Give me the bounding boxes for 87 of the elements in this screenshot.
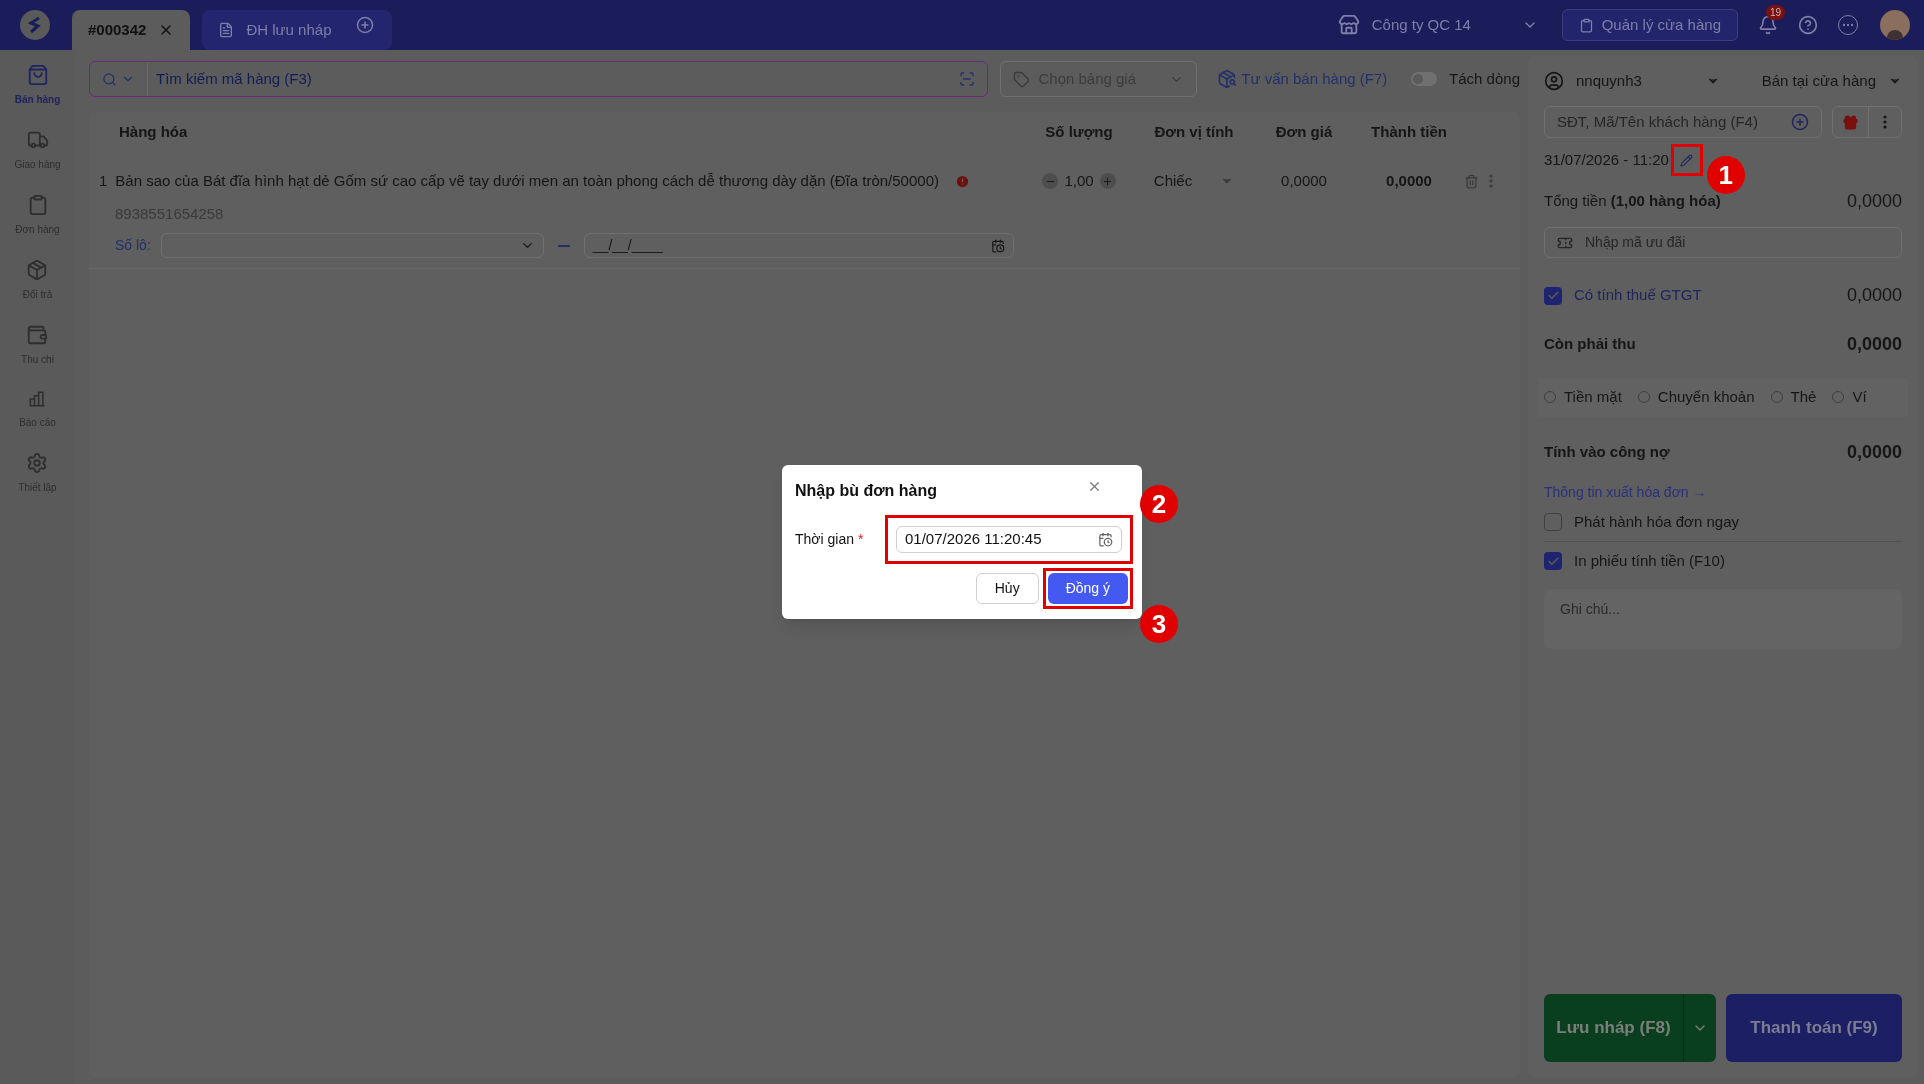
notification-bell-icon[interactable] <box>1758 15 1778 35</box>
unit-select[interactable]: Chiếc <box>1134 170 1254 193</box>
checkbox[interactable] <box>1544 286 1562 305</box>
notification-count: 19 <box>1766 5 1786 20</box>
tag-icon <box>1013 70 1031 88</box>
store-icon <box>1337 14 1360 36</box>
customer-search-field[interactable]: SĐT, Mã/Tên khách hàng (F4) <box>1544 106 1822 138</box>
product-name: Bản sao của Bát đĩa hình hạt dẻ Gốm sứ cao cấp vẽ tay dưới men an toàn phong cách dễ thương dày dặn (Đĩa tròn/50000) <box>115 171 939 191</box>
store-management-button[interactable]: Quản lý cửa hàng <box>1561 9 1738 41</box>
date-time-field[interactable]: 01/07/2026 11:20:45 <box>896 526 1122 553</box>
payment-method-label: Thẻ <box>1790 387 1817 407</box>
checkbox[interactable] <box>1544 552 1562 571</box>
lot-select[interactable] <box>160 233 544 258</box>
close-icon[interactable] <box>1087 479 1102 494</box>
checkbox[interactable] <box>1544 512 1562 531</box>
column-header: Đơn vị tính <box>1153 121 1235 142</box>
column-header: Số lượng <box>1044 121 1114 142</box>
search-field[interactable]: Tìm kiếm mã hàng (F3) <box>89 61 989 97</box>
checkbox-label: Phát hành hóa đơn ngay <box>1574 511 1739 532</box>
vat-value: 0,0000 <box>1846 284 1902 307</box>
column-header: Đơn giá <box>1274 121 1334 142</box>
avatar[interactable] <box>1880 10 1910 40</box>
truck-icon <box>26 129 49 151</box>
column-header: Hàng hóa <box>119 121 189 142</box>
gift-icon <box>1842 113 1859 131</box>
cancel-button[interactable]: Hủy <box>975 573 1039 604</box>
decrease-button[interactable] <box>1042 173 1059 190</box>
staff-select[interactable]: nnquynh3 <box>1576 69 1706 93</box>
column-header: Thành tiền <box>1370 121 1448 142</box>
field-label: Thời gian * <box>795 530 865 549</box>
check-icon <box>1546 289 1560 302</box>
order-time: 31/07/2026 - 11:20 <box>1544 149 1669 170</box>
shopping-bag-icon <box>26 64 49 86</box>
confirm-button[interactable]: Đồng ý <box>1047 573 1128 604</box>
note-field[interactable]: Ghi chú... <box>1544 588 1902 649</box>
calendar-icon[interactable] <box>1098 532 1113 547</box>
increase-button[interactable] <box>1099 173 1116 190</box>
more-options-icon[interactable] <box>1489 174 1493 189</box>
debt-value: 0,0000 <box>1846 440 1902 464</box>
box-search-icon <box>1217 69 1238 89</box>
amount-due-label: Còn phải thu <box>1544 334 1636 355</box>
sales-channel-select[interactable]: Bán tại cửa hàng <box>1761 69 1876 93</box>
expiry-date-field[interactable]: __/__/____ <box>583 233 1014 258</box>
total-value: 0,0000 <box>1846 190 1902 213</box>
clipboard-icon <box>1578 17 1594 33</box>
dialog-title: Nhập bù đơn hàng <box>795 481 938 501</box>
warning-icon <box>955 173 970 189</box>
checkout-button[interactable]: Thanh toán (F9) <box>1726 994 1902 1062</box>
total-label: Tổng tiền (1,00 hàng hóa) <box>1544 191 1721 212</box>
wallet-icon <box>26 324 49 346</box>
barcode-scan-icon[interactable] <box>959 71 976 87</box>
edit-icon[interactable] <box>1680 153 1694 167</box>
box-icon <box>26 259 49 281</box>
order-tab[interactable]: #000342 <box>72 10 191 50</box>
payment-method-label: Ví <box>1852 387 1867 407</box>
annotation-number: 1 <box>1706 156 1745 194</box>
payment-method-label: Tiền mặt <box>1564 387 1622 407</box>
logo-icon <box>20 10 50 40</box>
delete-icon[interactable] <box>1464 173 1479 189</box>
document-icon <box>218 22 235 38</box>
check-icon <box>1546 554 1560 568</box>
checkbox-label: In phiếu tính tiền (F10) <box>1574 551 1725 571</box>
checkbox-label: Có tính thuế GTGT <box>1574 285 1702 306</box>
search-icon <box>102 71 117 87</box>
company-name[interactable]: Công ty QC 14 <box>1371 13 1522 37</box>
line-total: 0,0000 <box>1385 171 1433 191</box>
settings-icon <box>26 452 49 474</box>
lot-label: Số lô: <box>115 236 151 255</box>
quantity-value[interactable]: 1,00 <box>1064 170 1094 193</box>
sales-advice-link[interactable]: Tư vấn bán hàng (F7) <box>1241 67 1388 91</box>
more-icon <box>1883 115 1887 129</box>
sidebar-item[interactable]: Bán hàng <box>14 64 61 107</box>
order-tab[interactable]: ĐH lưu nháp <box>202 10 392 50</box>
toggle-label: Tách dòng <box>1449 68 1520 89</box>
row-number: 1 <box>99 171 108 191</box>
add-customer-icon[interactable] <box>1791 113 1809 131</box>
unit-price: 0,0000 <box>1280 171 1328 191</box>
payment-method-label: Chuyển khoản <box>1657 387 1755 407</box>
debt-label: Tính vào công nợ <box>1544 441 1670 462</box>
calendar-icon <box>990 238 1005 253</box>
user-icon <box>1544 71 1564 91</box>
amount-due-value: 0,0000 <box>1846 333 1902 356</box>
plus-icon <box>1102 175 1114 187</box>
add-tab-icon[interactable] <box>355 16 374 34</box>
promo-code-field[interactable]: Nhập mã ưu đãi <box>1544 227 1902 258</box>
chart-icon <box>27 389 48 409</box>
help-icon[interactable] <box>1798 15 1818 35</box>
